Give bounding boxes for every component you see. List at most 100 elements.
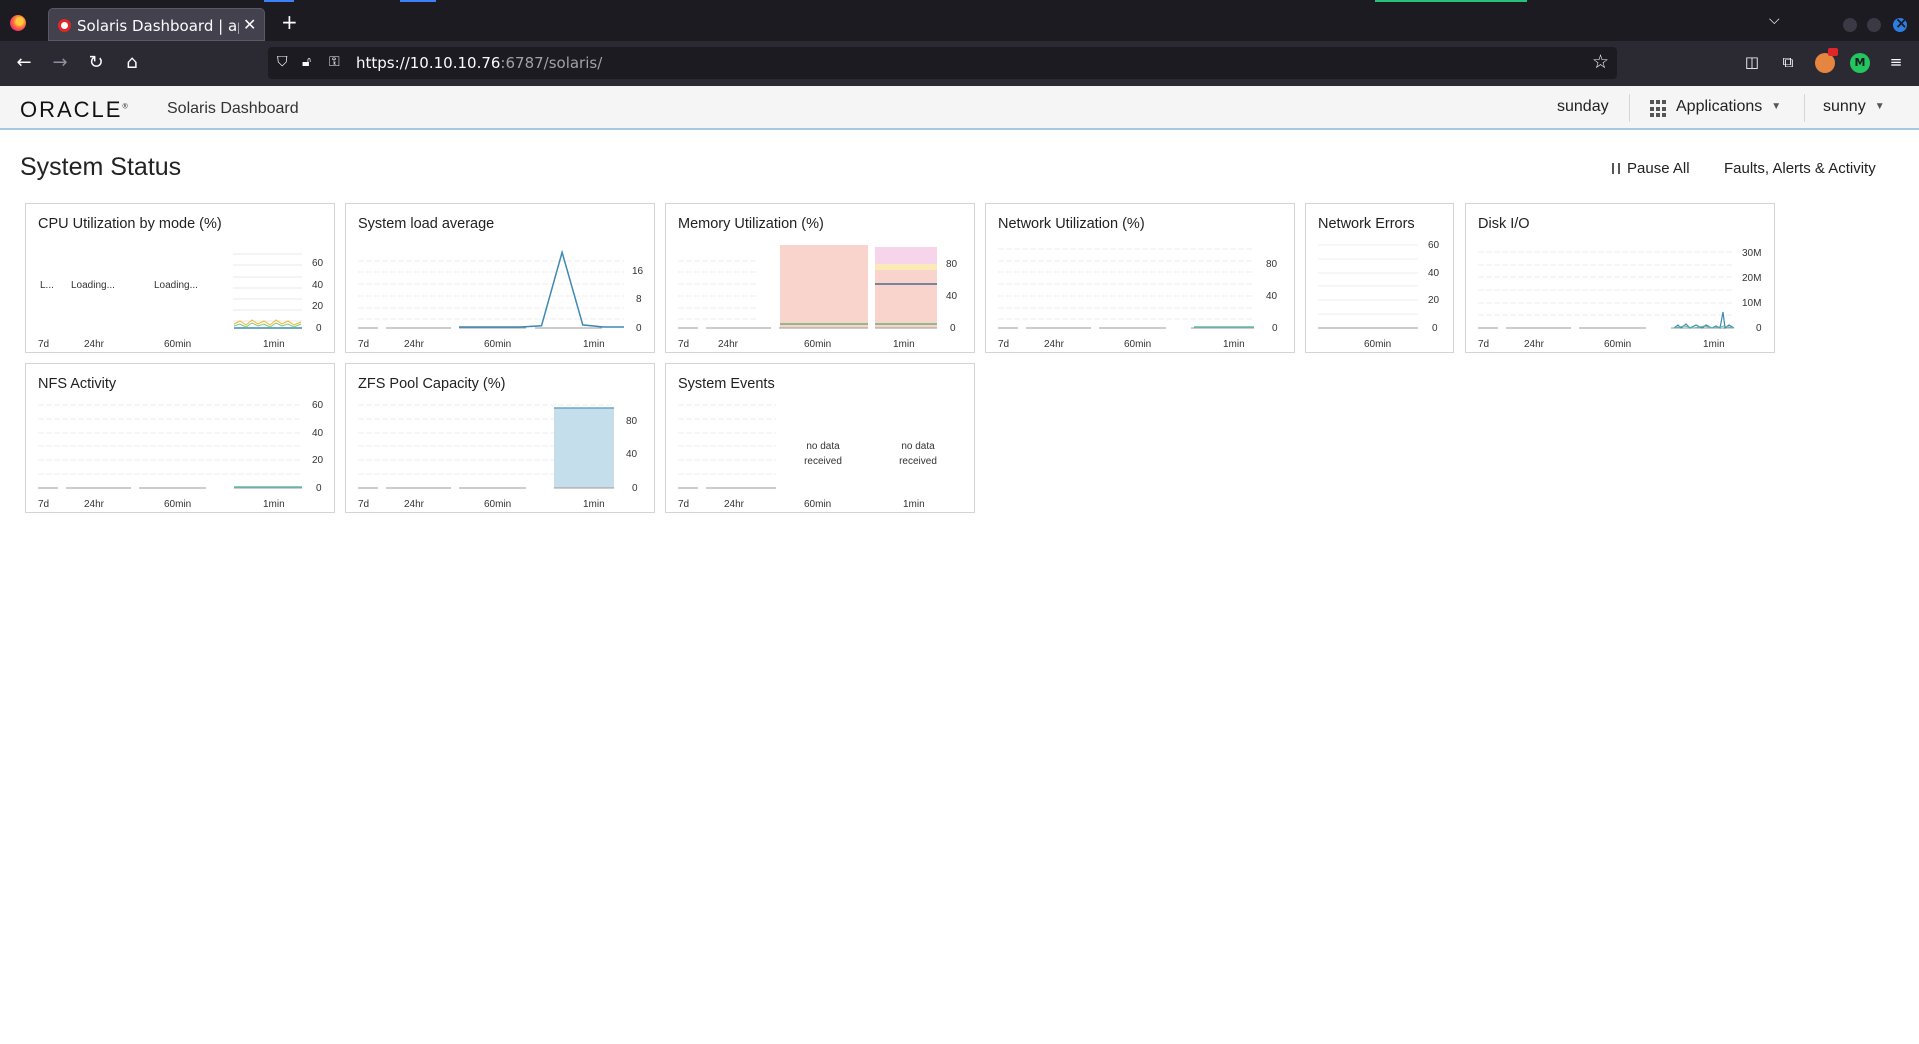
tick-8: 8: [636, 294, 642, 305]
range-60min: 60min: [1604, 339, 1631, 350]
apps-grid-icon[interactable]: [1650, 100, 1668, 118]
extension-badge-icon[interactable]: [1815, 48, 1838, 73]
oracle-favicon-icon: [58, 19, 71, 32]
no-data-text: received: [899, 456, 937, 467]
range-7d: 7d: [358, 339, 369, 350]
no-data-text: no data: [806, 441, 840, 452]
maximize-button[interactable]: [1867, 18, 1881, 32]
range-1min: 1min: [1223, 339, 1245, 350]
pause-all-button[interactable]: Pause All: [1612, 160, 1690, 177]
tick-40: 40: [626, 449, 638, 460]
home-icon[interactable]: ⌂: [120, 52, 144, 73]
range-1min: 1min: [893, 339, 915, 350]
card-memory-utilization[interactable]: Memory Utilization (%) 80 40 0 7d 24hr 6…: [665, 203, 975, 353]
back-icon[interactable]: ←: [12, 52, 36, 73]
close-window-button[interactable]: [1893, 14, 1908, 32]
pocket-icon[interactable]: ◫: [1742, 53, 1762, 73]
pause-all-label: Pause All: [1627, 160, 1690, 177]
extension-m-icon[interactable]: M: [1850, 53, 1870, 73]
range-24hr: 24hr: [404, 339, 425, 350]
range-1min: 1min: [1703, 339, 1725, 350]
browser-nav-bar: ← → ↻ ⌂ ⛉ 🔓︎ ⚿ https://10.10.10.76:6787/…: [0, 41, 1919, 86]
faults-alerts-link[interactable]: Faults, Alerts & Activity: [1724, 160, 1876, 177]
disk-io-chart: 30M 20M 10M 0 7d 24hr 60min 1min: [1478, 248, 1762, 350]
extensions-icon[interactable]: ⧉: [1778, 53, 1798, 73]
card-network-errors[interactable]: Network Errors 60 40 20 0 60min: [1305, 203, 1454, 353]
tick-0: 0: [1272, 323, 1278, 334]
tick-40: 40: [312, 280, 324, 291]
tab-solaris-dashboard[interactable]: Solaris Dashboard | apps ✕: [48, 8, 265, 41]
key-icon[interactable]: ⚿: [329, 54, 340, 70]
oracle-logo: ORACLE®: [20, 97, 128, 123]
card-cpu-utilization[interactable]: CPU Utilization by mode (%) 60 40 20 0 L…: [25, 203, 335, 353]
tab-accent: [400, 0, 436, 2]
minimize-button[interactable]: [1843, 18, 1857, 32]
card-nfs-activity[interactable]: NFS Activity 60 40 20 0 7d 24hr 60min 1m…: [25, 363, 335, 513]
tab-accent: [1375, 0, 1527, 2]
user-name: sunny: [1823, 98, 1866, 115]
range-60min: 60min: [804, 339, 831, 350]
memory-chart: 80 40 0 7d 24hr 60min 1min: [678, 245, 958, 350]
loading-text: Loading...: [71, 280, 115, 291]
card-system-load[interactable]: System load average 16 8 0 7d 24hr 60min…: [345, 203, 655, 353]
url-host: https://10.10.10.76: [356, 54, 501, 72]
menu-icon[interactable]: ≡: [1886, 53, 1906, 73]
events-chart: no data received no data received 7d 24h…: [678, 404, 937, 510]
caret-down-icon: ▼: [1874, 101, 1885, 112]
zfs-chart: 80 40 0 7d 24hr 60min 1min: [358, 404, 638, 510]
tick-0: 0: [636, 323, 642, 334]
card-system-events[interactable]: System Events no data received no data r…: [665, 363, 975, 513]
range-60min: 60min: [484, 339, 511, 350]
applications-menu[interactable]: Applications ▼: [1676, 98, 1781, 116]
divider: [1629, 94, 1630, 122]
card-zfs-pool-capacity[interactable]: ZFS Pool Capacity (%) 80 40 0 7d 24hr 60…: [345, 363, 655, 513]
range-1min: 1min: [263, 339, 285, 350]
tick-40: 40: [946, 291, 958, 302]
bookmark-star-icon[interactable]: ☆: [1592, 51, 1609, 73]
card-disk-io[interactable]: Disk I/O 30M 20M 10M 0 7d 24hr 60min 1mi…: [1465, 203, 1775, 353]
range-1min: 1min: [903, 499, 925, 510]
tick-0: 0: [950, 323, 956, 334]
url-text[interactable]: https://10.10.10.76:6787/solaris/: [356, 54, 602, 72]
range-24hr: 24hr: [1524, 339, 1545, 350]
forward-icon[interactable]: →: [48, 52, 72, 73]
range-24hr: 24hr: [404, 499, 425, 510]
tick-0: 0: [316, 323, 322, 334]
nfs-chart: 60 40 20 0 7d 24hr 60min 1min: [38, 400, 324, 510]
browser-tab-bar: Solaris Dashboard | apps ✕ + ⌵: [0, 0, 1919, 41]
host-name: sunday: [1557, 98, 1609, 115]
load-chart: 16 8 0 7d 24hr 60min 1min: [358, 249, 644, 350]
tick-60: 60: [312, 258, 324, 269]
memory-area-60min: [780, 245, 868, 328]
range-7d: 7d: [38, 339, 49, 350]
chevron-down-icon[interactable]: ⌵: [1769, 12, 1780, 28]
shield-icon[interactable]: ⛉: [277, 54, 288, 70]
url-bar[interactable]: ⛉ 🔓︎ ⚿ https://10.10.10.76:6787/solaris/…: [268, 47, 1617, 79]
close-icon[interactable]: ✕: [243, 15, 256, 34]
new-tab-icon[interactable]: +: [281, 10, 298, 34]
cpu-chart: 60 40 20 0 L... Loading... Loading... 7d…: [38, 253, 324, 350]
firefox-icon[interactable]: [10, 15, 26, 31]
tick-60: 60: [312, 400, 324, 411]
range-7d: 7d: [998, 339, 1009, 350]
reload-icon[interactable]: ↻: [84, 52, 108, 73]
card-network-utilization[interactable]: Network Utilization (%) 80 40 0 7d 24hr …: [985, 203, 1295, 353]
zfs-capacity-area: [554, 408, 614, 488]
range-1min: 1min: [583, 339, 605, 350]
tick-16: 16: [632, 266, 644, 277]
network-chart: 80 40 0 7d 24hr 60min 1min: [998, 248, 1278, 350]
tick-0: 0: [316, 483, 322, 494]
user-menu[interactable]: sunny ▼: [1823, 98, 1885, 116]
no-data-text: received: [804, 456, 842, 467]
tick-0: 0: [632, 483, 638, 494]
range-24hr: 24hr: [84, 339, 105, 350]
tick-80: 80: [1266, 259, 1278, 270]
tick-0: 0: [1756, 323, 1762, 334]
registered-mark: ®: [122, 103, 128, 111]
loading-text: L...: [40, 280, 54, 291]
logo-text: ORACLE: [20, 97, 123, 122]
tick-30m: 30M: [1742, 248, 1761, 259]
app-name: Solaris Dashboard: [167, 100, 299, 117]
tick-60: 60: [1428, 240, 1440, 251]
lock-icon[interactable]: 🔓︎: [302, 54, 311, 70]
